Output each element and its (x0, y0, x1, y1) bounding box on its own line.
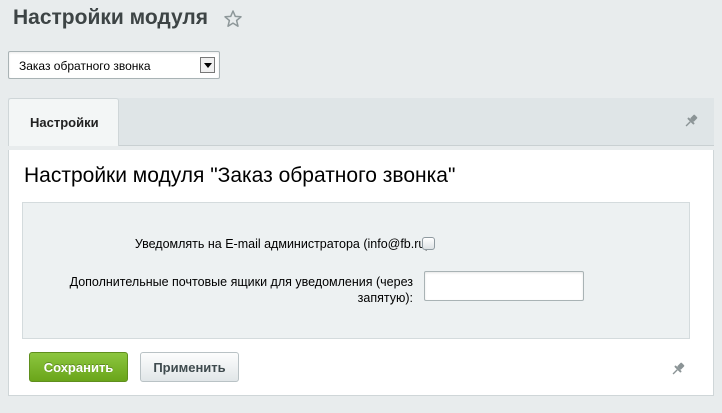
notify-admin-label: Уведомлять на E-mail администратора (inf… (134, 237, 433, 251)
extra-mailboxes-label: Дополнительные почтовые ящики для уведом… (69, 275, 413, 305)
save-button[interactable]: Сохранить (29, 352, 128, 382)
pin-icon[interactable] (683, 113, 699, 129)
apply-button[interactable]: Применить (140, 352, 239, 382)
section-heading: Настройки модуля "Заказ обратного звонка… (24, 164, 456, 187)
tab-settings-label: Настройки (30, 115, 99, 130)
tab-settings[interactable]: Настройки (8, 98, 119, 146)
settings-form: Уведомлять на E-mail администратора (inf… (22, 202, 690, 339)
page-title: Настройки модуля (13, 6, 209, 29)
star-icon[interactable] (223, 9, 243, 29)
notify-admin-checkbox[interactable] (422, 237, 435, 250)
settings-panel: Настройки модуля "Заказ обратного звонка… (8, 150, 714, 396)
chevron-down-icon[interactable] (200, 57, 215, 73)
tab-strip: Настройки (8, 98, 714, 146)
extra-mailboxes-input[interactable] (424, 271, 584, 301)
module-select[interactable]: Заказ обратного звонка (8, 51, 220, 79)
module-select-value: Заказ обратного звонка (19, 59, 151, 73)
pin-icon[interactable] (670, 361, 686, 377)
